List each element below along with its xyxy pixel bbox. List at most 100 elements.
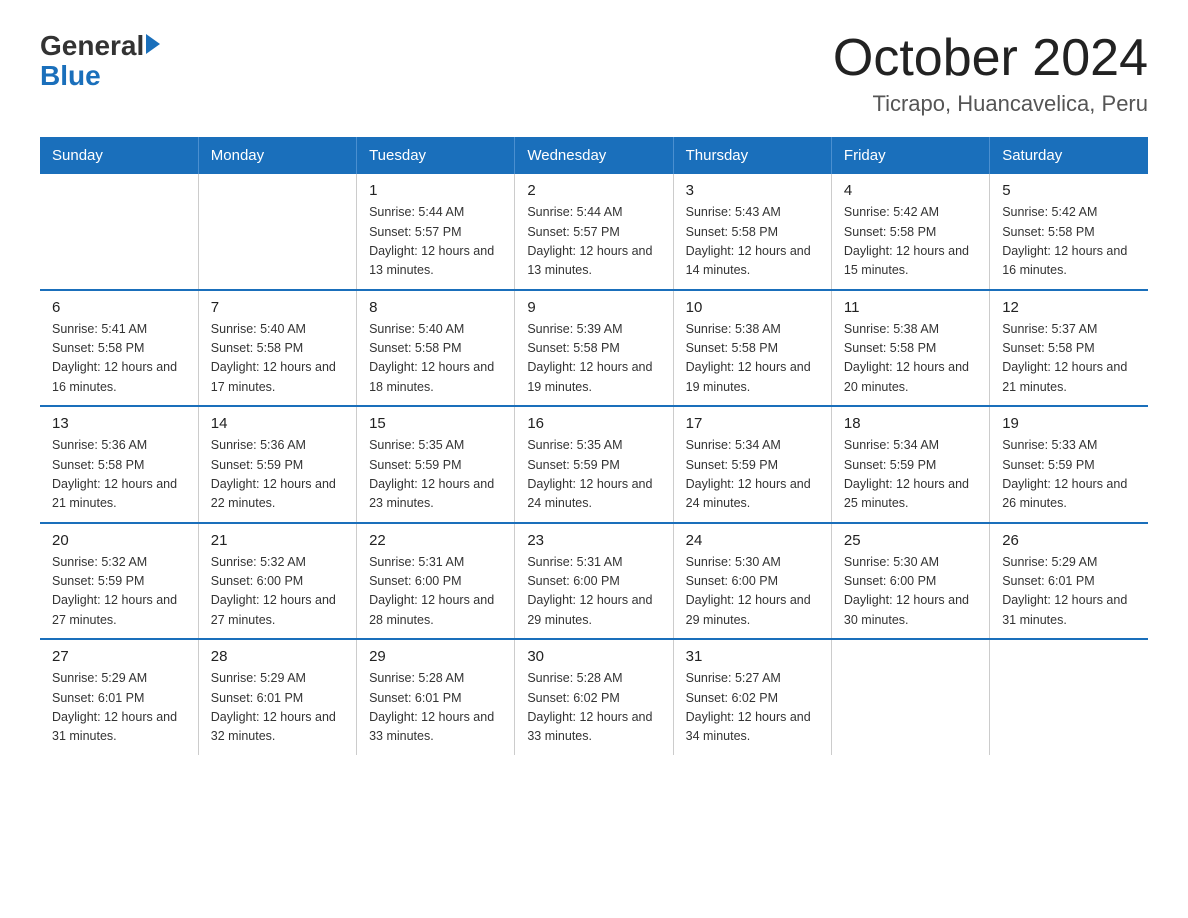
day-info: Sunrise: 5:39 AMSunset: 5:58 PMDaylight:… bbox=[527, 320, 660, 398]
calendar-header-row: SundayMondayTuesdayWednesdayThursdayFrid… bbox=[40, 137, 1148, 174]
day-number: 23 bbox=[527, 532, 660, 549]
calendar-cell: 6 Sunrise: 5:41 AMSunset: 5:58 PMDaylight… bbox=[40, 290, 198, 407]
calendar-cell: 5Sunrise: 5:42 AMSunset: 5:58 PMDaylight… bbox=[990, 174, 1148, 290]
day-info: Sunrise: 5:37 AMSunset: 5:58 PMDaylight:… bbox=[1002, 320, 1136, 398]
day-info: Sunrise: 5:35 AMSunset: 5:59 PMDaylight:… bbox=[527, 436, 660, 514]
day-info: Sunrise: 5:43 AMSunset: 5:58 PMDaylight:… bbox=[686, 203, 819, 281]
day-number: 16 bbox=[527, 415, 660, 432]
day-info: Sunrise: 5:29 AMSunset: 6:01 PMDaylight:… bbox=[52, 669, 186, 747]
calendar-cell: 2 Sunrise: 5:44 AMSunset: 5:57 PMDaylight… bbox=[515, 174, 673, 290]
calendar-week-4: 20 Sunrise: 5:32 AMSunset: 5:59 PMDayligh… bbox=[40, 523, 1148, 640]
day-number: 31 bbox=[686, 648, 819, 665]
calendar-cell: 23 Sunrise: 5:31 AMSunset: 6:00 PMDayligh… bbox=[515, 523, 673, 640]
calendar-week-1: 1 Sunrise: 5:44 AMSunset: 5:57 PMDaylight… bbox=[40, 174, 1148, 290]
logo-blue-text: Blue bbox=[40, 62, 101, 90]
calendar-cell: 1 Sunrise: 5:44 AMSunset: 5:57 PMDaylight… bbox=[357, 174, 515, 290]
day-number: 24 bbox=[686, 532, 819, 549]
calendar-cell: 24 Sunrise: 5:30 AMSunset: 6:00 PMDayligh… bbox=[673, 523, 831, 640]
day-info: Sunrise: 5:40 AMSunset: 5:58 PMDaylight:… bbox=[369, 320, 502, 398]
day-number: 20 bbox=[52, 532, 186, 549]
weekday-header-friday: Friday bbox=[831, 137, 989, 174]
weekday-header-tuesday: Tuesday bbox=[357, 137, 515, 174]
day-info: Sunrise: 5:44 AMSunset: 5:57 PMDaylight:… bbox=[527, 203, 660, 281]
day-number: 21 bbox=[211, 532, 344, 549]
day-info: Sunrise: 5:41 AMSunset: 5:58 PMDaylight:… bbox=[52, 320, 186, 398]
calendar-cell: 27 Sunrise: 5:29 AMSunset: 6:01 PMDayligh… bbox=[40, 639, 198, 755]
calendar-cell: 21 Sunrise: 5:32 AMSunset: 6:00 PMDayligh… bbox=[198, 523, 356, 640]
month-year-title: October 2024 bbox=[833, 30, 1148, 87]
weekday-header-thursday: Thursday bbox=[673, 137, 831, 174]
day-number: 4 bbox=[844, 182, 977, 199]
day-number: 17 bbox=[686, 415, 819, 432]
calendar-cell: 11Sunrise: 5:38 AMSunset: 5:58 PMDayligh… bbox=[831, 290, 989, 407]
day-info: Sunrise: 5:34 AMSunset: 5:59 PMDaylight:… bbox=[844, 436, 977, 514]
calendar-cell: 4Sunrise: 5:42 AMSunset: 5:58 PMDaylight… bbox=[831, 174, 989, 290]
day-number: 6 bbox=[52, 299, 186, 316]
day-info: Sunrise: 5:44 AMSunset: 5:57 PMDaylight:… bbox=[369, 203, 502, 281]
calendar-cell: 15 Sunrise: 5:35 AMSunset: 5:59 PMDayligh… bbox=[357, 406, 515, 523]
day-number: 27 bbox=[52, 648, 186, 665]
calendar-cell: 12 Sunrise: 5:37 AMSunset: 5:58 PMDayligh… bbox=[990, 290, 1148, 407]
day-info: Sunrise: 5:35 AMSunset: 5:59 PMDaylight:… bbox=[369, 436, 502, 514]
calendar-cell: 28 Sunrise: 5:29 AMSunset: 6:01 PMDayligh… bbox=[198, 639, 356, 755]
calendar-week-2: 6 Sunrise: 5:41 AMSunset: 5:58 PMDaylight… bbox=[40, 290, 1148, 407]
calendar-cell: 20 Sunrise: 5:32 AMSunset: 5:59 PMDayligh… bbox=[40, 523, 198, 640]
logo-arrow-icon bbox=[146, 34, 160, 54]
day-info: Sunrise: 5:40 AMSunset: 5:58 PMDaylight:… bbox=[211, 320, 344, 398]
calendar-cell: 26Sunrise: 5:29 AMSunset: 6:01 PMDayligh… bbox=[990, 523, 1148, 640]
day-number: 5 bbox=[1002, 182, 1136, 199]
calendar-cell: 18Sunrise: 5:34 AMSunset: 5:59 PMDayligh… bbox=[831, 406, 989, 523]
calendar-week-5: 27 Sunrise: 5:29 AMSunset: 6:01 PMDayligh… bbox=[40, 639, 1148, 755]
day-number: 19 bbox=[1002, 415, 1136, 432]
day-info: Sunrise: 5:31 AMSunset: 6:00 PMDaylight:… bbox=[527, 553, 660, 631]
day-number: 30 bbox=[527, 648, 660, 665]
calendar-cell bbox=[990, 639, 1148, 755]
calendar-cell: 19 Sunrise: 5:33 AMSunset: 5:59 PMDayligh… bbox=[990, 406, 1148, 523]
day-info: Sunrise: 5:34 AMSunset: 5:59 PMDaylight:… bbox=[686, 436, 819, 514]
calendar-cell: 8 Sunrise: 5:40 AMSunset: 5:58 PMDaylight… bbox=[357, 290, 515, 407]
day-number: 1 bbox=[369, 182, 502, 199]
day-info: Sunrise: 5:33 AMSunset: 5:59 PMDaylight:… bbox=[1002, 436, 1136, 514]
day-number: 29 bbox=[369, 648, 502, 665]
day-info: Sunrise: 5:31 AMSunset: 6:00 PMDaylight:… bbox=[369, 553, 502, 631]
day-number: 15 bbox=[369, 415, 502, 432]
day-info: Sunrise: 5:32 AMSunset: 5:59 PMDaylight:… bbox=[52, 553, 186, 631]
day-number: 3 bbox=[686, 182, 819, 199]
logo: General Blue bbox=[40, 30, 160, 90]
day-number: 7 bbox=[211, 299, 344, 316]
calendar-cell: 14Sunrise: 5:36 AMSunset: 5:59 PMDayligh… bbox=[198, 406, 356, 523]
calendar-cell: 7 Sunrise: 5:40 AMSunset: 5:58 PMDaylight… bbox=[198, 290, 356, 407]
day-info: Sunrise: 5:30 AMSunset: 6:00 PMDaylight:… bbox=[844, 553, 977, 631]
calendar-cell: 17 Sunrise: 5:34 AMSunset: 5:59 PMDayligh… bbox=[673, 406, 831, 523]
calendar-cell: 16 Sunrise: 5:35 AMSunset: 5:59 PMDayligh… bbox=[515, 406, 673, 523]
weekday-header-monday: Monday bbox=[198, 137, 356, 174]
day-number: 2 bbox=[527, 182, 660, 199]
day-number: 11 bbox=[844, 299, 977, 316]
day-info: Sunrise: 5:32 AMSunset: 6:00 PMDaylight:… bbox=[211, 553, 344, 631]
day-number: 28 bbox=[211, 648, 344, 665]
day-number: 8 bbox=[369, 299, 502, 316]
day-info: Sunrise: 5:27 AMSunset: 6:02 PMDaylight:… bbox=[686, 669, 819, 747]
day-number: 14 bbox=[211, 415, 344, 432]
calendar-cell: 31 Sunrise: 5:27 AMSunset: 6:02 PMDayligh… bbox=[673, 639, 831, 755]
weekday-header-saturday: Saturday bbox=[990, 137, 1148, 174]
weekday-header-wednesday: Wednesday bbox=[515, 137, 673, 174]
title-section: October 2024 Ticrapo, Huancavelica, Peru bbox=[833, 30, 1148, 117]
day-number: 12 bbox=[1002, 299, 1136, 316]
day-number: 26 bbox=[1002, 532, 1136, 549]
logo-general-text: General bbox=[40, 30, 144, 62]
calendar-table: SundayMondayTuesdayWednesdayThursdayFrid… bbox=[40, 137, 1148, 755]
calendar-cell: 9Sunrise: 5:39 AMSunset: 5:58 PMDaylight… bbox=[515, 290, 673, 407]
day-number: 10 bbox=[686, 299, 819, 316]
day-info: Sunrise: 5:38 AMSunset: 5:58 PMDaylight:… bbox=[686, 320, 819, 398]
day-info: Sunrise: 5:29 AMSunset: 6:01 PMDaylight:… bbox=[211, 669, 344, 747]
calendar-cell: 13Sunrise: 5:36 AMSunset: 5:58 PMDayligh… bbox=[40, 406, 198, 523]
calendar-cell: 22Sunrise: 5:31 AMSunset: 6:00 PMDayligh… bbox=[357, 523, 515, 640]
calendar-cell: 29Sunrise: 5:28 AMSunset: 6:01 PMDayligh… bbox=[357, 639, 515, 755]
day-info: Sunrise: 5:30 AMSunset: 6:00 PMDaylight:… bbox=[686, 553, 819, 631]
day-number: 25 bbox=[844, 532, 977, 549]
calendar-cell bbox=[40, 174, 198, 290]
day-number: 13 bbox=[52, 415, 186, 432]
calendar-week-3: 13Sunrise: 5:36 AMSunset: 5:58 PMDayligh… bbox=[40, 406, 1148, 523]
calendar-cell: 3 Sunrise: 5:43 AMSunset: 5:58 PMDaylight… bbox=[673, 174, 831, 290]
